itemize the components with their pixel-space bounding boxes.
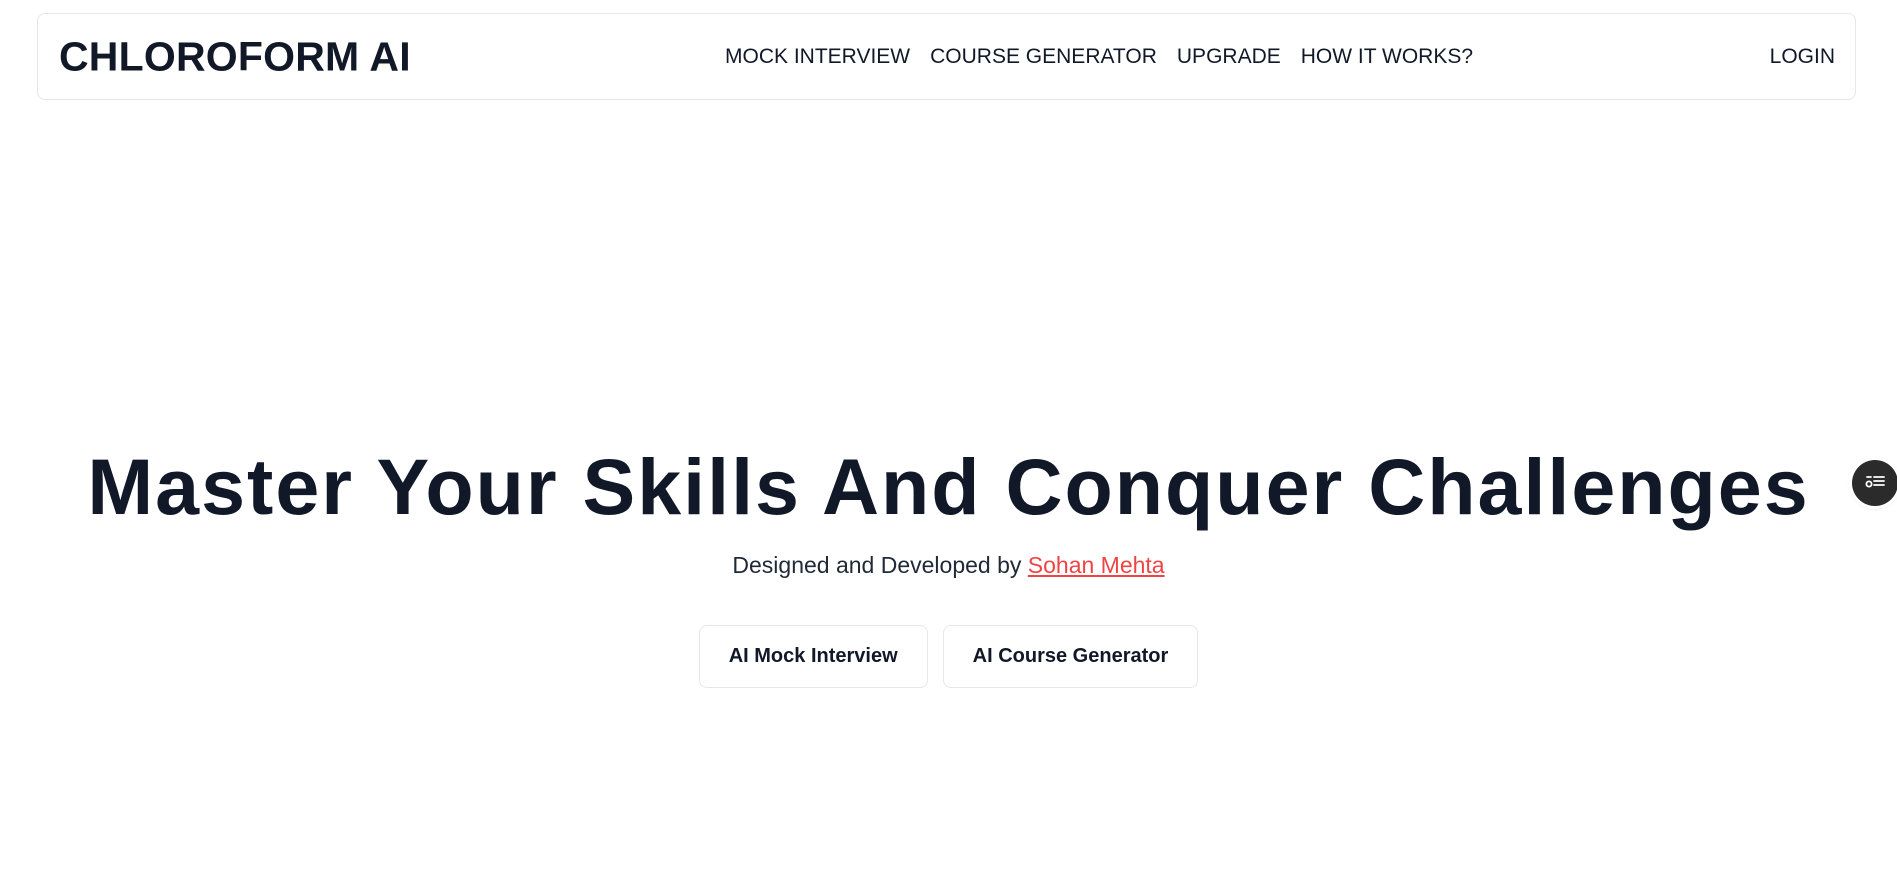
login-link[interactable]: LOGIN <box>1770 45 1835 69</box>
ai-mock-interview-button[interactable]: AI Mock Interview <box>698 625 928 688</box>
nav-link-upgrade[interactable]: UPGRADE <box>1177 45 1281 69</box>
nav-links: MOCK INTERVIEW COURSE GENERATOR UPGRADE … <box>725 45 1473 69</box>
nav-link-how-it-works[interactable]: HOW IT WORKS? <box>1301 45 1473 69</box>
author-link[interactable]: Sohan Mehta <box>1028 552 1165 578</box>
navbar: CHLOROFORM AI MOCK INTERVIEW COURSE GENE… <box>37 13 1856 100</box>
hero-subtitle-text: Designed and Developed by <box>732 552 1028 578</box>
ai-course-generator-button[interactable]: AI Course Generator <box>942 625 1199 688</box>
hero-subtitle: Designed and Developed by Sohan Mehta <box>0 552 1897 579</box>
hero-title: Master Your Skills And Conquer Challenge… <box>87 442 1810 531</box>
brand-logo[interactable]: CHLOROFORM AI <box>59 33 411 80</box>
floating-action-button[interactable] <box>1852 460 1897 506</box>
nav-link-course-generator[interactable]: COURSE GENERATOR <box>930 45 1157 69</box>
cta-row: AI Mock Interview AI Course Generator <box>0 625 1897 688</box>
nav-link-mock-interview[interactable]: MOCK INTERVIEW <box>725 45 910 69</box>
settings-list-icon <box>1863 469 1887 498</box>
